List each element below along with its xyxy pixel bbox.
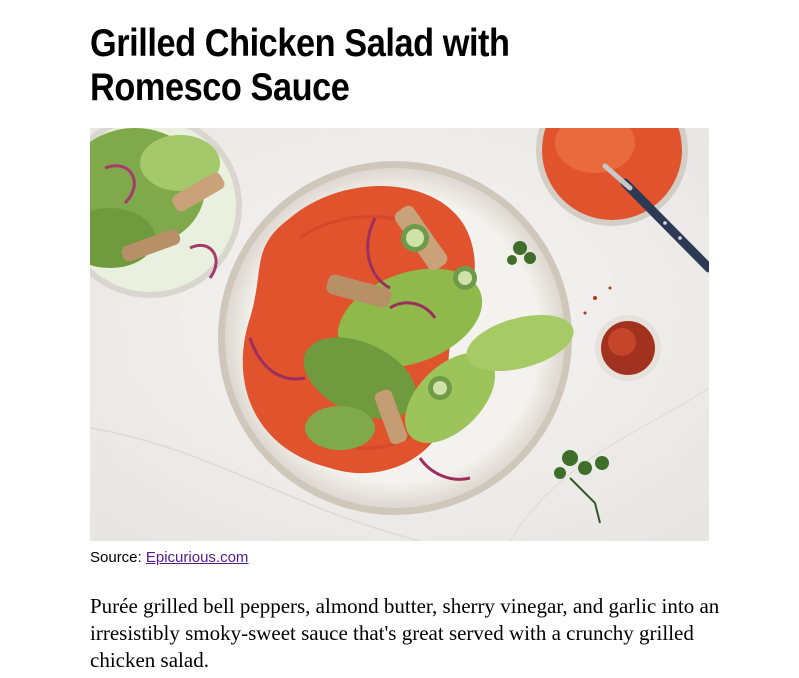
source-link[interactable]: Epicurious.com: [146, 549, 249, 566]
recipe-photo: [90, 128, 709, 541]
recipe-description: Purée grilled bell peppers, almond butte…: [90, 594, 720, 672]
recipe-title: Grilled Chicken Salad with Romesco Sauce: [90, 22, 510, 109]
source-label: Source:: [90, 549, 142, 566]
photo-source: Source: Epicurious.com: [90, 549, 248, 566]
